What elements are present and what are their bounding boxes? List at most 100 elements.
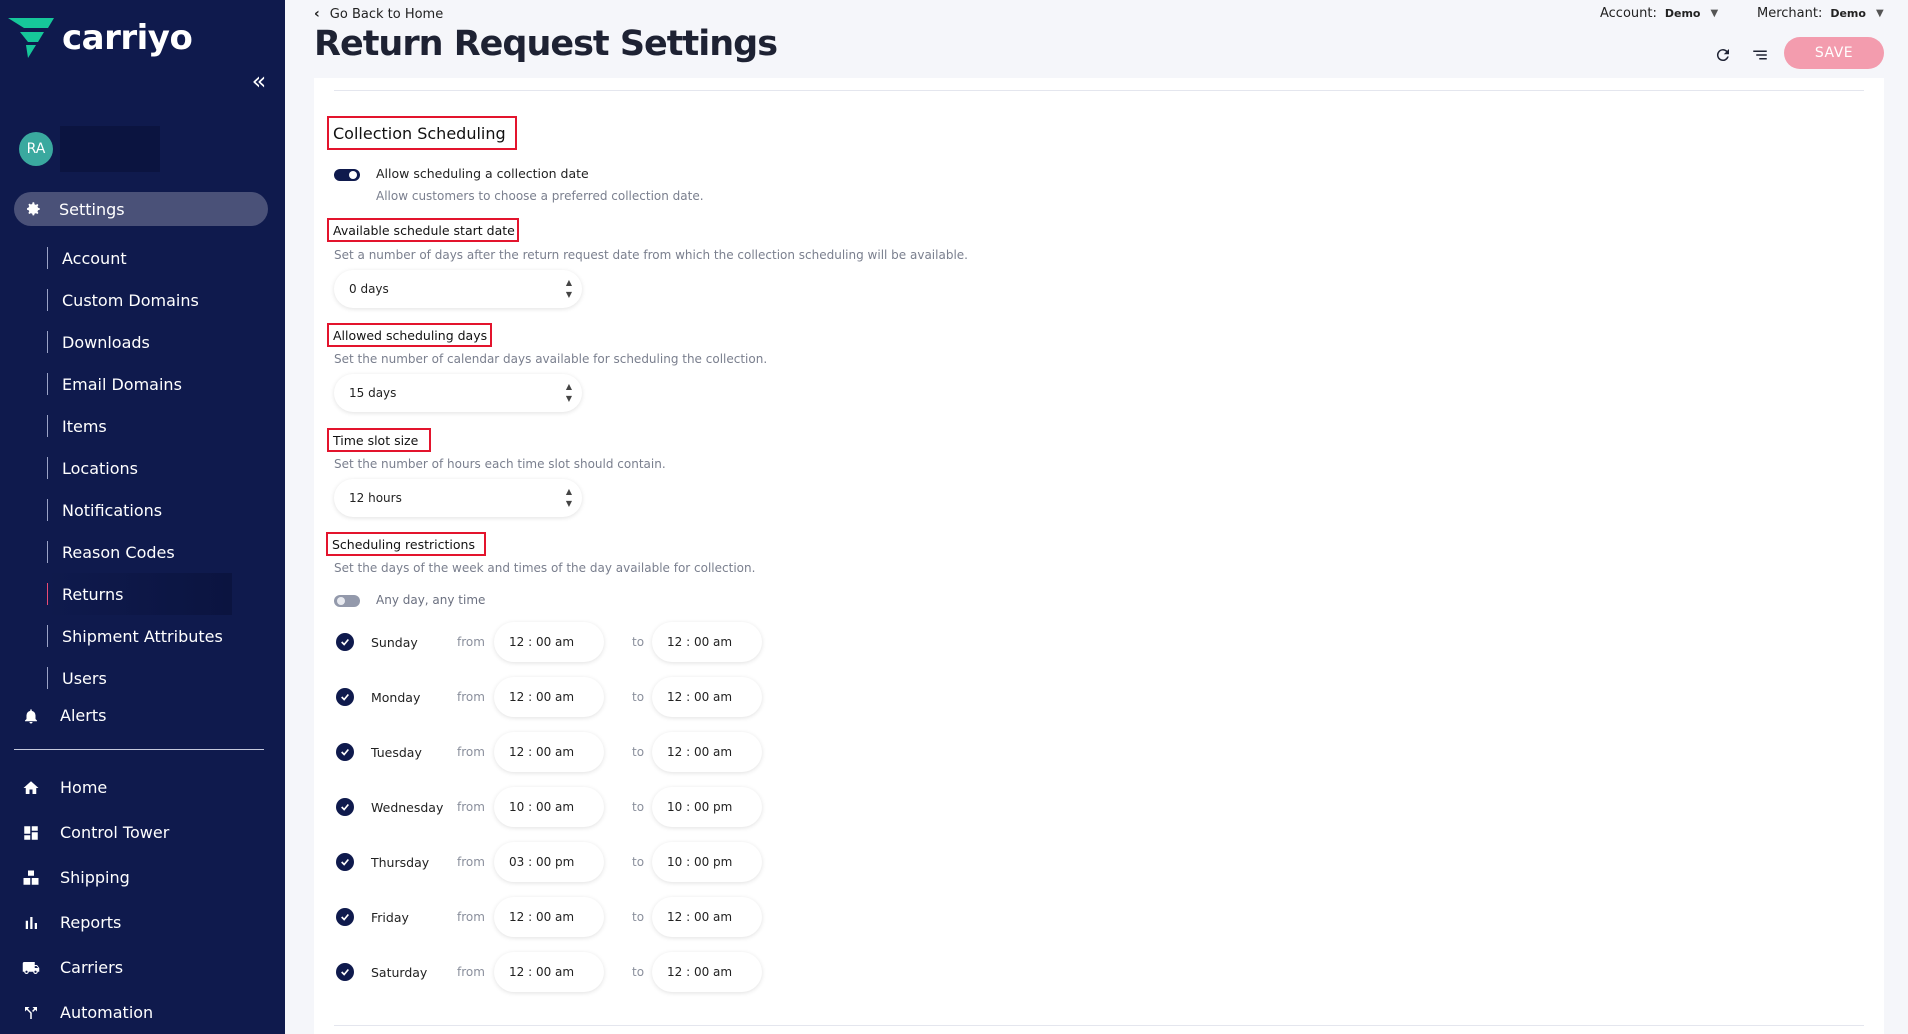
- user-profile[interactable]: RA: [19, 126, 160, 172]
- allowed-days-input[interactable]: [349, 386, 529, 400]
- allowed-days-description: Set the number of calendar days availabl…: [334, 352, 768, 366]
- restrictions-label: Scheduling restrictions: [326, 532, 486, 556]
- day-name: Friday: [371, 909, 409, 925]
- sidebar-item-automation[interactable]: Automation: [22, 1003, 153, 1022]
- day-row-monday: Monday from 12 : 00 am to 12 : 00 am: [336, 677, 762, 717]
- day-checkbox[interactable]: [336, 743, 354, 761]
- account-selector[interactable]: Account: Demo ▼: [1600, 6, 1718, 21]
- slot-size-label: Time slot size: [327, 428, 431, 452]
- sidebar-item-items[interactable]: Items: [47, 405, 232, 447]
- sidebar-item-custom-domains[interactable]: Custom Domains: [47, 279, 232, 321]
- sidebar-item-email-domains[interactable]: Email Domains: [47, 363, 232, 405]
- to-time-picker[interactable]: 12 : 00 am: [652, 622, 762, 662]
- refresh-button[interactable]: [1712, 44, 1734, 66]
- sidebar-item-reason-codes[interactable]: Reason Codes: [47, 531, 232, 573]
- to-label: to: [632, 690, 645, 704]
- sidebar-item-label: Control Tower: [60, 823, 170, 842]
- fork-icon: [22, 1004, 40, 1022]
- caret-down-icon: ▼: [1710, 8, 1719, 19]
- restrictions-description: Set the days of the week and times of th…: [334, 561, 756, 575]
- sidebar-item-alerts[interactable]: Alerts: [22, 706, 106, 725]
- account-label: Account:: [1600, 6, 1657, 21]
- save-button[interactable]: SAVE: [1784, 37, 1884, 69]
- refresh-icon: [1716, 49, 1729, 62]
- to-time-picker[interactable]: 12 : 00 am: [652, 897, 762, 937]
- check-icon: [341, 638, 349, 646]
- any-day-any-time-label: Any day, any time: [376, 593, 486, 607]
- sidebar-item-control-tower[interactable]: Control Tower: [22, 823, 169, 842]
- day-checkbox[interactable]: [336, 853, 354, 871]
- sidebar-item-label: Shipping: [60, 868, 130, 887]
- sidebar-item-label: Home: [60, 778, 108, 797]
- go-back-link[interactable]: ‹ Go Back to Home: [314, 6, 443, 22]
- allow-scheduling-description: Allow customers to choose a preferred co…: [376, 189, 704, 203]
- stepper-arrows-icon[interactable]: ▲ ▼: [566, 486, 572, 510]
- check-icon: [341, 968, 349, 976]
- check-icon: [341, 803, 349, 811]
- to-time-picker[interactable]: 12 : 00 am: [652, 732, 762, 772]
- from-time-picker[interactable]: 12 : 00 am: [494, 897, 604, 937]
- sidebar-item-label: Account: [62, 248, 127, 268]
- merchant-selector[interactable]: Merchant: Demo ▼: [1757, 6, 1884, 21]
- to-time-picker[interactable]: 12 : 00 am: [652, 952, 762, 992]
- stepper-arrows-icon[interactable]: ▲ ▼: [566, 381, 572, 405]
- day-name: Sunday: [371, 634, 418, 650]
- check-icon: [341, 858, 349, 866]
- day-checkbox[interactable]: [336, 963, 354, 981]
- check-icon: [341, 693, 349, 701]
- sidebar-item-shipping[interactable]: Shipping: [22, 868, 130, 887]
- sidebar-item-label: Settings: [59, 199, 125, 219]
- allowed-days-stepper[interactable]: ▲▼: [334, 374, 582, 412]
- from-time-picker[interactable]: 03 : 00 pm: [494, 842, 604, 882]
- sidebar-item-notifications[interactable]: Notifications: [47, 489, 232, 531]
- sidebar-item-downloads[interactable]: Downloads: [47, 321, 232, 363]
- to-time-picker[interactable]: 10 : 00 pm: [652, 787, 762, 827]
- sidebar-item-locations[interactable]: Locations: [47, 447, 232, 489]
- sidebar-item-label: Returns: [62, 584, 124, 604]
- to-time-picker[interactable]: 10 : 00 pm: [652, 842, 762, 882]
- carriyo-logo-mark-icon: [8, 18, 54, 58]
- sidebar-item-returns[interactable]: Returns: [47, 573, 232, 615]
- start-date-stepper[interactable]: ▲▼: [334, 270, 582, 308]
- day-row-sunday: Sunday from 12 : 00 am to 12 : 00 am: [336, 622, 762, 662]
- sidebar-item-home[interactable]: Home: [22, 778, 107, 797]
- sidebar-item-account[interactable]: Account: [47, 237, 232, 279]
- day-checkbox[interactable]: [336, 688, 354, 706]
- slot-size-input[interactable]: [349, 491, 529, 505]
- sidebar-item-settings[interactable]: Settings: [14, 192, 268, 226]
- day-name: Saturday: [371, 964, 428, 980]
- menu-button[interactable]: [1749, 44, 1771, 66]
- sidebar-item-label: Downloads: [62, 332, 150, 352]
- from-time-picker[interactable]: 12 : 00 am: [494, 952, 604, 992]
- day-row-thursday: Thursday from 03 : 00 pm to 10 : 00 pm: [336, 842, 762, 882]
- from-time-picker[interactable]: 12 : 00 am: [494, 732, 604, 772]
- collapse-sidebar-button[interactable]: «: [246, 69, 272, 96]
- slot-size-description: Set the number of hours each time slot s…: [334, 457, 666, 471]
- page-title: Return Request Settings: [314, 24, 778, 64]
- any-day-any-time-toggle[interactable]: [334, 595, 360, 607]
- sidebar-item-reports[interactable]: Reports: [22, 913, 121, 932]
- sidebar-item-users[interactable]: Users: [47, 657, 232, 699]
- from-time-picker[interactable]: 12 : 00 am: [494, 677, 604, 717]
- stepper-arrows-icon[interactable]: ▲ ▼: [566, 277, 572, 301]
- carriyo-logo[interactable]: carriyo: [8, 18, 193, 58]
- sidebar-item-label: Email Domains: [62, 374, 182, 394]
- from-label: from: [457, 910, 485, 924]
- day-checkbox[interactable]: [336, 908, 354, 926]
- day-checkbox[interactable]: [336, 798, 354, 816]
- to-label: to: [632, 965, 645, 979]
- to-time-picker[interactable]: 12 : 00 am: [652, 677, 762, 717]
- sidebar-item-label: Reason Codes: [62, 542, 175, 562]
- day-checkbox[interactable]: [336, 633, 354, 651]
- sidebar-item-shipment-attributes[interactable]: Shipment Attributes: [47, 615, 232, 657]
- from-time-picker[interactable]: 12 : 00 am: [494, 622, 604, 662]
- allow-scheduling-toggle[interactable]: [334, 169, 360, 181]
- sidebar-item-carriers[interactable]: Carriers: [22, 958, 123, 977]
- to-label: to: [632, 855, 645, 869]
- slot-size-stepper[interactable]: ▲▼: [334, 479, 582, 517]
- to-label: to: [632, 800, 645, 814]
- start-date-input[interactable]: [349, 282, 529, 296]
- from-time-picker[interactable]: 10 : 00 am: [494, 787, 604, 827]
- list-menu-icon: [1753, 50, 1767, 60]
- sidebar: carriyo « RA Settings Account Custom Dom…: [0, 0, 285, 1034]
